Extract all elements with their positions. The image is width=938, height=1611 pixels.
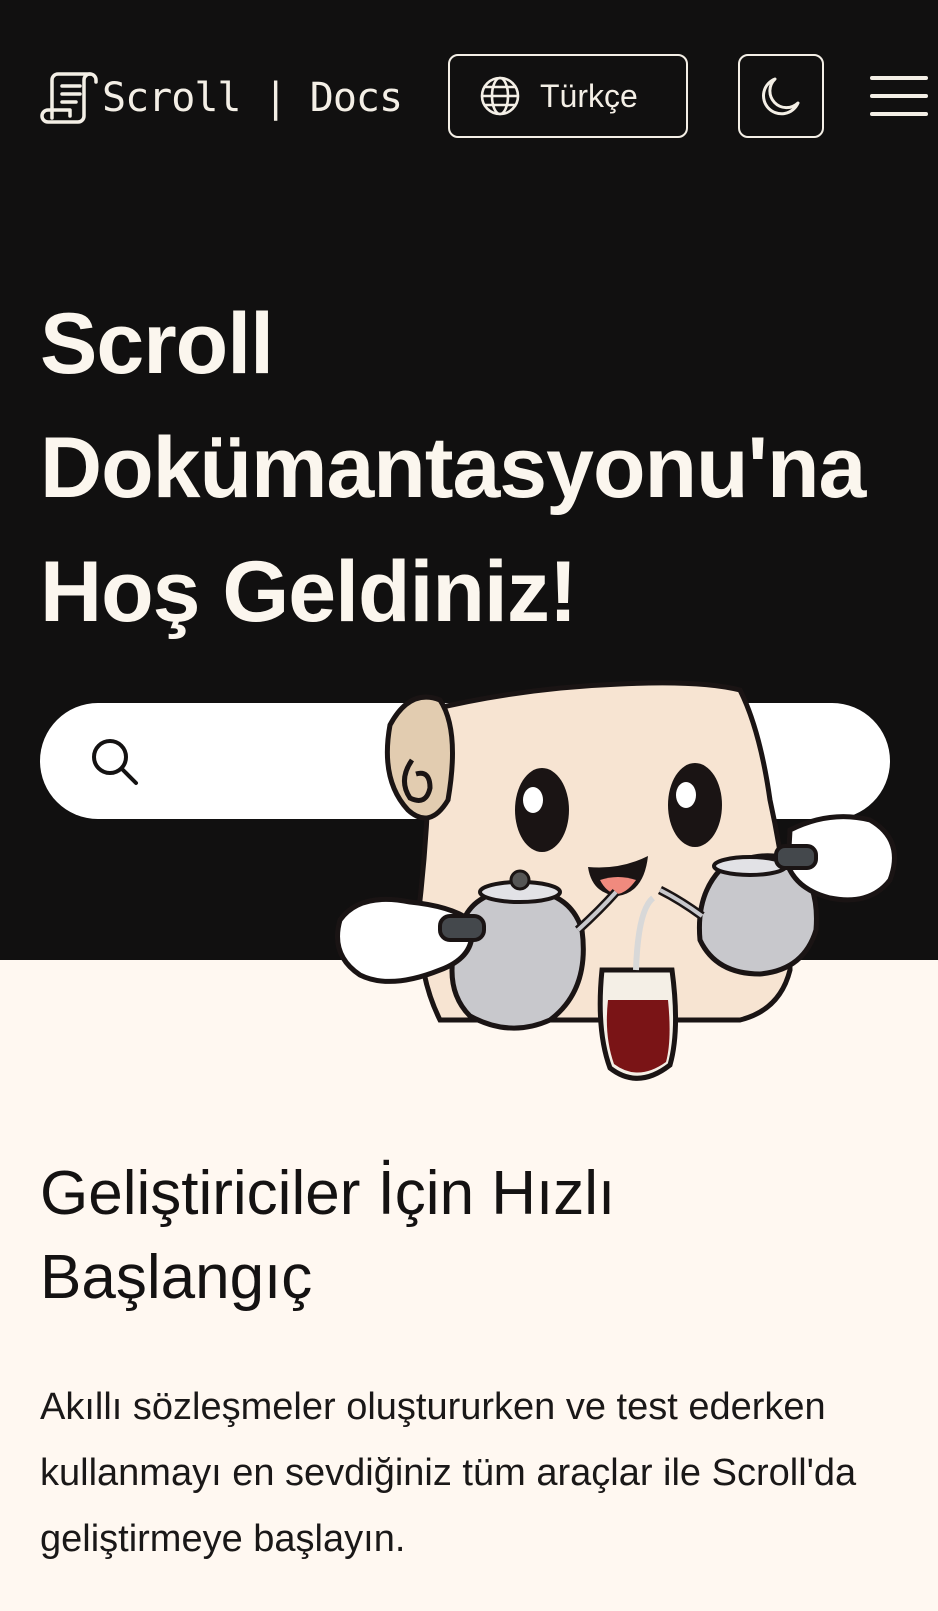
theme-toggle-button[interactable] [738, 54, 824, 138]
menu-button[interactable] [870, 74, 928, 118]
quickstart-title-line: Geliştiriciler İçin Hızlı [40, 1159, 616, 1228]
hamburger-menu-icon [870, 76, 928, 116]
scroll-logo-icon [40, 72, 98, 124]
globe-icon [480, 76, 520, 116]
site-logo[interactable]: Scroll | Docs [40, 70, 403, 126]
quickstart-title-line: Başlangıç [40, 1243, 313, 1312]
search-icon [92, 739, 138, 785]
moon-icon [762, 77, 800, 116]
language-selector-button[interactable]: Türkçe [448, 54, 688, 138]
hero-title-line: Scroll [40, 296, 274, 392]
language-label: Türkçe [540, 77, 638, 114]
quickstart-title: Geliştiriciler İçin Hızlı Başlangıç [40, 1152, 900, 1320]
hero-title-line: Hoş Geldiniz! [40, 544, 577, 640]
hero-title-line: Dokümantasyonu'na [40, 420, 866, 516]
mascot-svg [335, 680, 897, 1081]
quickstart-description: Akıllı sözleşmeler oluştururken ve test … [40, 1386, 857, 1560]
hero-title: Scroll Dokümantasyonu'na Hoş Geldiniz! [40, 282, 920, 654]
logo-text: Scroll | Docs [102, 75, 403, 121]
scroll-mascot-illustration [320, 670, 920, 1120]
